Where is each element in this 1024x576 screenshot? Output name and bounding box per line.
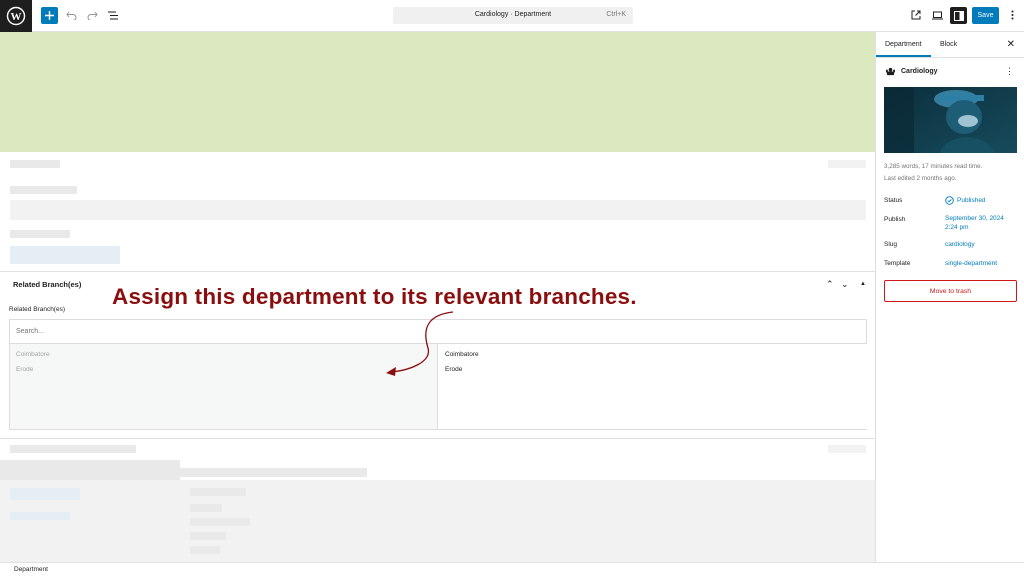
command-palette-bar[interactable]: Cardiology · Department Ctrl+K xyxy=(393,7,633,24)
document-title: Cardiology · Department xyxy=(474,11,552,18)
move-to-trash-button[interactable]: Move to trash xyxy=(884,280,1017,302)
command-shortcut: Ctrl+K xyxy=(606,11,626,18)
add-block-button[interactable] xyxy=(41,7,58,24)
status-label: Status xyxy=(884,197,903,204)
blurred-table-cell xyxy=(190,532,226,540)
slug-value[interactable]: cardiology xyxy=(945,240,975,249)
svg-text:W: W xyxy=(11,11,22,23)
word-count: 3,285 words, 17 minutes read time. xyxy=(884,163,983,170)
status-value[interactable]: Published xyxy=(957,196,986,205)
editor-canvas: Related Branch(es) ⌃ ⌄ ▲ Related Branch(… xyxy=(0,32,875,562)
template-label: Template xyxy=(884,260,911,267)
post-actions-more-icon[interactable]: ⋮ xyxy=(1005,66,1014,77)
blurred-table-cell xyxy=(190,488,246,496)
tab-department[interactable]: Department xyxy=(876,41,931,57)
redo-icon[interactable] xyxy=(85,8,99,22)
save-button[interactable]: Save xyxy=(972,7,999,24)
view-post-icon[interactable] xyxy=(909,8,923,22)
related-branches-panel-title: Related Branch(es) xyxy=(13,280,82,289)
blurred-table-cell xyxy=(190,518,250,526)
settings-sidebar: Department Block ✕ Cardiology ⋮ 3,285 wo… xyxy=(875,32,1024,562)
featured-image[interactable] xyxy=(884,87,1017,153)
section-divider xyxy=(0,271,875,272)
available-branch-item[interactable]: Erode xyxy=(16,366,33,373)
blurred-table-cell xyxy=(10,512,70,520)
publish-date-value[interactable]: September 30, 2024 2:24 pm xyxy=(945,214,1007,232)
published-check-icon xyxy=(945,196,954,205)
post-type-icon xyxy=(886,67,895,76)
section-divider xyxy=(0,438,875,439)
tab-block[interactable]: Block xyxy=(940,41,957,48)
block-breadcrumb-bar: Department xyxy=(0,562,1024,576)
blurred-table-body xyxy=(0,480,875,562)
post-title: Cardiology xyxy=(901,68,938,75)
blurred-table-cell xyxy=(10,488,80,500)
selected-branches-list: Coimbatore Erode xyxy=(439,344,867,429)
blurred-field-controls xyxy=(828,160,866,168)
blurred-field-value xyxy=(10,246,120,264)
wordpress-logo-icon[interactable]: W xyxy=(0,0,32,32)
last-edited: Last edited 2 months ago. xyxy=(884,175,957,182)
template-value[interactable]: single-department xyxy=(945,259,997,268)
available-branches-list: Coimbatore Erode xyxy=(10,344,438,429)
available-branch-item[interactable]: Coimbatore xyxy=(16,351,50,358)
breadcrumb-item[interactable]: Department xyxy=(14,566,48,573)
tabs-divider xyxy=(876,57,1024,58)
related-branches-field-label: Related Branch(es) xyxy=(9,306,65,313)
publish-label: Publish xyxy=(884,216,906,223)
blurred-field-label xyxy=(10,186,77,194)
blurred-table-cell xyxy=(190,546,220,554)
annotation-callout: Assign this department to its relevant b… xyxy=(112,284,637,309)
hero-cover-block[interactable] xyxy=(0,32,875,152)
options-more-icon[interactable] xyxy=(1005,8,1019,22)
move-down-icon[interactable]: ⌄ xyxy=(841,279,849,290)
blurred-field-controls xyxy=(828,445,866,453)
blurred-field-label xyxy=(10,160,60,168)
undo-icon[interactable] xyxy=(64,8,78,22)
blurred-table-header xyxy=(180,468,367,477)
preview-device-icon[interactable] xyxy=(930,8,944,22)
editor-toolbar: W Cardiology · Department Ctrl+K Save xyxy=(0,0,1024,32)
settings-sidebar-toggle-button[interactable] xyxy=(950,7,967,24)
document-overview-icon[interactable] xyxy=(106,8,120,22)
blurred-field-label xyxy=(10,445,136,453)
blurred-field-input[interactable] xyxy=(10,200,866,220)
move-up-icon[interactable]: ⌃ xyxy=(826,279,834,290)
collapse-panel-icon[interactable]: ▲ xyxy=(860,281,866,287)
blurred-field-label xyxy=(10,230,70,238)
blurred-table-cell xyxy=(190,504,222,512)
close-icon[interactable]: ✕ xyxy=(1007,39,1015,50)
blurred-table-header xyxy=(0,460,180,482)
slug-label: Slug xyxy=(884,241,898,248)
annotation-arrow-icon xyxy=(386,311,454,376)
